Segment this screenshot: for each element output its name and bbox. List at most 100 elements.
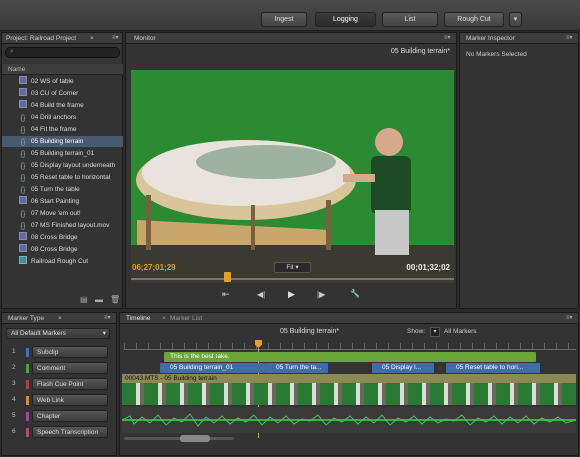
project-tab-close-icon[interactable]: × — [86, 33, 94, 44]
step-forward-icon[interactable]: |▶ — [317, 290, 325, 299]
settings-wrench-icon[interactable]: 🔧 — [350, 289, 360, 298]
marker-list-tab[interactable]: Marker List — [166, 313, 202, 324]
zoom-slider-handle[interactable] — [180, 435, 210, 442]
rough-cut-button[interactable]: Rough Cut — [444, 12, 504, 27]
insert-icon[interactable]: ⇤ — [222, 289, 230, 300]
project-list-item[interactable]: {} 05 Building terrain_01 — [2, 148, 123, 159]
project-item-label: 05 Display layout underneath — [31, 162, 116, 169]
project-list-item[interactable]: 03 CU of Corner — [2, 88, 123, 99]
marker-type-button[interactable]: Comment — [32, 362, 108, 374]
subclip-icon: {} — [20, 175, 26, 182]
monitor-scrubber[interactable] — [131, 278, 454, 280]
project-list-item[interactable]: 04 Build the frame — [2, 100, 123, 111]
subclip-marker[interactable]: 05 Display l... — [372, 363, 434, 373]
project-list-item[interactable]: 08 Cross Bridge — [2, 244, 123, 255]
project-list-item[interactable]: {} 07 Move 'em out! — [2, 208, 123, 219]
marker-type-button[interactable]: Flash Cue Point — [32, 378, 108, 390]
subclip-marker[interactable]: 05 Reset table to hori... — [446, 363, 540, 373]
clip-icon — [19, 244, 27, 252]
project-list-item[interactable]: {} 05 Building terrain — [2, 136, 123, 147]
audio-track[interactable] — [121, 407, 577, 433]
folder-icon[interactable]: ▬ — [95, 295, 103, 304]
marker-type-tab[interactable]: Marker Type — [4, 313, 44, 324]
comment-marker[interactable]: This is the best take. — [164, 352, 536, 362]
subclip-icon: {} — [20, 151, 26, 158]
show-filter-select[interactable]: ▾ — [430, 327, 440, 337]
timecode-in[interactable]: 06;27;01;29 — [132, 263, 176, 272]
marker-type-item[interactable]: 2 Comment — [8, 362, 112, 375]
marker-type-button[interactable]: Web Link — [32, 394, 108, 406]
subclip-icon: {} — [20, 223, 26, 230]
workspace-menu-button[interactable]: ▾ — [509, 12, 522, 27]
project-list-item[interactable]: 06 Start Painting — [2, 196, 123, 207]
list-button[interactable]: List — [382, 12, 438, 27]
track-label: 00043.MTS - 05 Building terrain — [122, 374, 576, 383]
marker-filter-select[interactable]: All Default Markers ▾ — [6, 328, 110, 339]
sequence-icon — [19, 256, 27, 264]
project-panel: Project: Railroad Project × ≡▾ ⌕ Name 02… — [1, 32, 123, 309]
monitor-tab[interactable]: Monitor — [130, 33, 156, 44]
subclip-icon: {} — [20, 163, 26, 170]
project-list-item[interactable]: {} 05 Turn the table — [2, 184, 123, 195]
panel-menu-icon[interactable]: ≡▾ — [444, 34, 451, 41]
project-list-item[interactable]: 02 WS of table — [2, 76, 123, 87]
video-frame — [131, 70, 454, 283]
project-item-label: 02 WS of table — [31, 78, 74, 85]
panel-menu-icon[interactable]: ≡▾ — [104, 314, 111, 321]
video-track-thumbnails[interactable] — [122, 383, 576, 405]
panel-menu-icon[interactable]: ≡▾ — [566, 34, 573, 41]
project-item-label: 06 Start Painting — [31, 198, 80, 205]
timeline-ruler[interactable] — [124, 343, 576, 350]
subclip-marker[interactable]: 05 Turn the ta... — [266, 363, 328, 373]
project-item-label: 07 MS Finished layout.mov — [31, 222, 110, 229]
project-list-item[interactable]: {} 05 Reset table to horizontal — [2, 172, 123, 183]
clip-icon — [19, 100, 27, 108]
show-label: Show: — [407, 328, 426, 335]
project-item-label: 05 Reset table to horizontal — [31, 174, 111, 181]
marker-type-button[interactable]: Chapter — [32, 410, 108, 422]
marker-type-button[interactable]: Speech Transcription — [32, 426, 108, 438]
play-icon[interactable]: ▶ — [288, 289, 295, 300]
marker-type-item[interactable]: 4 Web Link — [8, 394, 112, 407]
panel-menu-icon[interactable]: ≡▾ — [112, 34, 119, 41]
marker-type-item[interactable]: 5 Chapter — [8, 410, 112, 423]
marker-type-number: 2 — [12, 364, 16, 371]
project-list-item[interactable]: {} 05 Display layout underneath — [2, 160, 123, 171]
timeline-tab-close-icon[interactable]: × — [158, 313, 166, 324]
marker-type-item[interactable]: 3 Flash Cue Point — [8, 378, 112, 391]
marker-color-swatch — [26, 348, 29, 357]
new-bin-icon[interactable]: ▤ — [80, 295, 88, 304]
marker-inspector-tab[interactable]: Marker Inspector — [462, 33, 515, 44]
subclip-icon: {} — [20, 187, 26, 194]
project-list-item[interactable]: {} 04 Fit the frame — [2, 124, 123, 135]
ingest-button[interactable]: Ingest — [261, 12, 307, 27]
marker-filter-value: All Default Markers — [11, 330, 66, 337]
search-input[interactable]: ⌕ — [5, 47, 120, 58]
marker-type-number: 5 — [12, 412, 16, 419]
video-preview[interactable] — [131, 70, 454, 283]
timeline-zoom-slider[interactable] — [124, 437, 234, 440]
subclip-marker[interactable]: 05 Building terrain_01 — [160, 363, 266, 373]
chevron-down-icon: ▾ — [102, 330, 106, 337]
step-back-icon[interactable]: ◀| — [257, 290, 265, 299]
project-list-item[interactable]: Railroad Rough Cut — [2, 256, 123, 267]
trash-icon[interactable]: 🗑 — [110, 295, 120, 304]
project-list-item[interactable]: 08 Cross Bridge — [2, 232, 123, 243]
marker-type-button[interactable]: Subclip — [32, 346, 108, 358]
project-list-item[interactable]: {} 07 MS Finished layout.mov — [2, 220, 123, 231]
logging-button[interactable]: Logging — [315, 12, 376, 27]
marker-type-tab-close-icon[interactable]: × — [54, 313, 62, 324]
clip-icon — [19, 76, 27, 84]
zoom-select[interactable]: Fit ▾ — [274, 262, 311, 273]
panel-menu-icon[interactable]: ≡▾ — [566, 314, 573, 321]
timeline-tab[interactable]: Timeline — [122, 313, 150, 324]
name-column-header[interactable]: Name — [2, 64, 123, 75]
project-item-label: 08 Cross Bridge — [31, 234, 78, 241]
project-item-label: 05 Building terrain — [31, 138, 84, 145]
playhead-icon[interactable] — [224, 272, 231, 282]
subclip-icon: {} — [20, 127, 26, 134]
project-tab[interactable]: Project: Railroad Project — [2, 33, 76, 44]
marker-type-item[interactable]: 6 Speech Transcription — [8, 426, 112, 439]
marker-type-item[interactable]: 1 Subclip — [8, 346, 112, 359]
project-list-item[interactable]: {} 04 Drill anchors — [2, 112, 123, 123]
